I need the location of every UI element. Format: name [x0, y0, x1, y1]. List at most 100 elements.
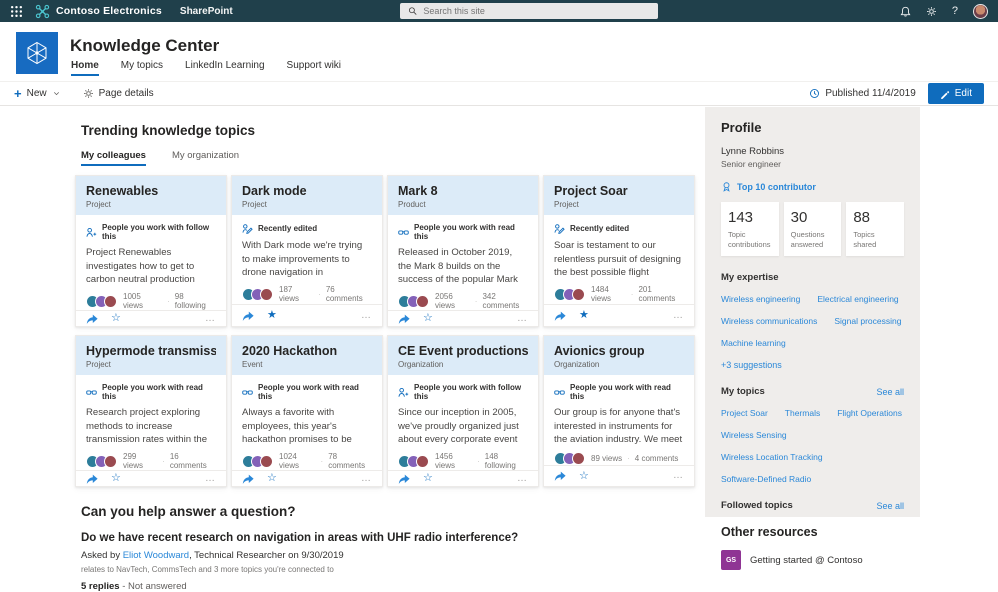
card-description: Project Renewables investigates how to g…	[86, 247, 195, 286]
more-options-icon[interactable]	[517, 314, 528, 324]
share-icon[interactable]	[86, 473, 98, 485]
topic-card-project-soar[interactable]: Project Soar Project Recently edited Soa…	[543, 175, 695, 327]
star-icon[interactable]	[111, 313, 121, 324]
card-title[interactable]: CE Event productions	[398, 344, 528, 358]
card-title[interactable]: Project Soar	[554, 184, 684, 198]
expertise-suggestions-link[interactable]: +3 suggestions	[721, 360, 904, 370]
topic-card-mark-8[interactable]: Mark 8 Product People you work with read…	[387, 175, 539, 327]
card-description: Since our inception in 2005, we've proud…	[398, 407, 519, 446]
site-search[interactable]	[400, 3, 658, 19]
more-options-icon[interactable]	[673, 471, 684, 481]
resource-item[interactable]: GS Getting started @ Contoso	[721, 550, 969, 570]
search-input[interactable]	[423, 6, 650, 16]
replies-count[interactable]: 5 replies	[81, 581, 120, 592]
site-logo[interactable]	[16, 32, 58, 74]
expertise-link[interactable]: Wireless communications	[721, 316, 817, 326]
card-engagement: 98 following	[174, 292, 206, 310]
my-topic-link[interactable]: Wireless Location Tracking	[721, 452, 823, 462]
profile-name[interactable]: Lynne Robbins	[721, 146, 904, 157]
share-icon[interactable]	[554, 310, 566, 322]
my-topics-see-all-link[interactable]: See all	[876, 387, 904, 397]
expertise-link[interactable]: Signal processing	[834, 316, 901, 326]
more-options-icon[interactable]	[517, 474, 528, 484]
my-topic-link[interactable]: Project Soar	[721, 408, 768, 418]
expertise-link[interactable]: Electrical engineering	[817, 294, 898, 304]
topic-card-hypermode-transmission[interactable]: Hypermode transmission Project People yo…	[75, 335, 227, 487]
question-text[interactable]: Do we have recent research on navigation…	[81, 532, 701, 544]
my-topic-link[interactable]: Thermals	[785, 408, 820, 418]
followed-topics-see-all-link[interactable]: See all	[876, 501, 904, 511]
stat-topic-contributions[interactable]: 143 Topic contributions	[721, 202, 779, 257]
star-icon[interactable]	[267, 473, 277, 484]
card-type: Project	[86, 200, 111, 209]
topic-card-avionics-group[interactable]: Avionics group Organization People you w…	[543, 335, 695, 487]
tab-my-colleagues[interactable]: My colleagues	[81, 150, 146, 166]
share-icon[interactable]	[86, 313, 98, 325]
my-topic-link[interactable]: Software-Defined Radio	[721, 474, 811, 484]
profile-role: Senior engineer	[721, 159, 782, 169]
star-icon[interactable]	[579, 471, 589, 482]
card-title[interactable]: Hypermode transmission	[86, 344, 216, 358]
nav-item-home[interactable]: Home	[71, 60, 99, 76]
card-badge: Recently edited	[554, 217, 684, 239]
my-topics-title: My topics	[721, 386, 765, 398]
card-engagement: 148 following	[484, 452, 516, 470]
nav-item-linkedin-learning[interactable]: LinkedIn Learning	[185, 60, 265, 76]
more-options-icon[interactable]	[205, 314, 216, 324]
card-title[interactable]: Renewables	[86, 184, 216, 198]
share-icon[interactable]	[398, 473, 410, 485]
card-badge-label: Recently edited	[570, 224, 630, 233]
stat-questions-answered[interactable]: 30 Questions answered	[783, 202, 842, 257]
star-icon[interactable]	[267, 310, 277, 321]
help-icon[interactable]: ?	[952, 5, 958, 17]
expertise-link[interactable]: Machine learning	[721, 338, 786, 348]
app-launcher-icon[interactable]	[10, 5, 23, 18]
card-title[interactable]: 2020 Hackathon	[242, 344, 372, 358]
asker-link[interactable]: Eliot Woodward	[123, 550, 189, 561]
contributor-badge[interactable]: Top 10 contributor	[721, 181, 904, 192]
star-icon[interactable]	[111, 473, 121, 484]
share-icon[interactable]	[398, 313, 410, 325]
star-icon[interactable]	[579, 310, 589, 321]
asked-by-prefix: Asked by	[81, 550, 123, 561]
more-options-icon[interactable]	[673, 311, 684, 321]
tab-my-organization[interactable]: My organization	[172, 150, 239, 166]
contoso-logo-icon	[35, 4, 50, 19]
page-title[interactable]: Knowledge Center	[70, 36, 219, 56]
nav-item-my-topics[interactable]: My topics	[121, 60, 163, 76]
app-name[interactable]: SharePoint	[180, 6, 233, 17]
card-avatars	[242, 287, 273, 301]
card-views: 89 views	[591, 454, 623, 463]
edit-button[interactable]: Edit	[927, 83, 984, 104]
topic-card-dark-mode[interactable]: Dark mode Project Recently edited With D…	[231, 175, 383, 327]
my-topic-link[interactable]: Flight Operations	[837, 408, 902, 418]
expertise-link[interactable]: Wireless engineering	[721, 294, 800, 304]
more-options-icon[interactable]	[205, 474, 216, 484]
stat-topics-shared[interactable]: 88 Topics shared	[846, 202, 905, 257]
topic-card-renewables[interactable]: Renewables Project People you work with …	[75, 175, 227, 327]
new-button[interactable]: + New	[14, 87, 61, 100]
topic-card-2020-hackathon[interactable]: 2020 Hackathon Event People you work wit…	[231, 335, 383, 487]
card-title[interactable]: Avionics group	[554, 344, 684, 358]
brand-name[interactable]: Contoso Electronics	[56, 5, 162, 17]
star-icon[interactable]	[423, 313, 433, 324]
card-title[interactable]: Mark 8	[398, 184, 528, 198]
more-options-icon[interactable]	[361, 474, 372, 484]
card-title[interactable]: Dark mode	[242, 184, 372, 198]
settings-gear-icon[interactable]	[926, 6, 937, 17]
resource-label[interactable]: Getting started @ Contoso	[750, 555, 863, 566]
page-details-button[interactable]: Page details	[83, 88, 154, 99]
share-icon[interactable]	[242, 473, 254, 485]
notifications-bell-icon[interactable]	[900, 6, 911, 17]
share-icon[interactable]	[554, 470, 566, 482]
nav-item-support-wiki[interactable]: Support wiki	[287, 60, 341, 76]
topic-card-ce-event-productions[interactable]: CE Event productions Organization People…	[387, 335, 539, 487]
card-avatars	[398, 294, 429, 308]
user-avatar[interactable]	[973, 3, 988, 19]
glasses-icon	[554, 387, 565, 398]
share-icon[interactable]	[242, 310, 254, 322]
my-topic-link[interactable]: Wireless Sensing	[721, 430, 787, 440]
published-status[interactable]: Published 11/4/2019	[809, 88, 916, 99]
star-icon[interactable]	[423, 473, 433, 484]
more-options-icon[interactable]	[361, 311, 372, 321]
